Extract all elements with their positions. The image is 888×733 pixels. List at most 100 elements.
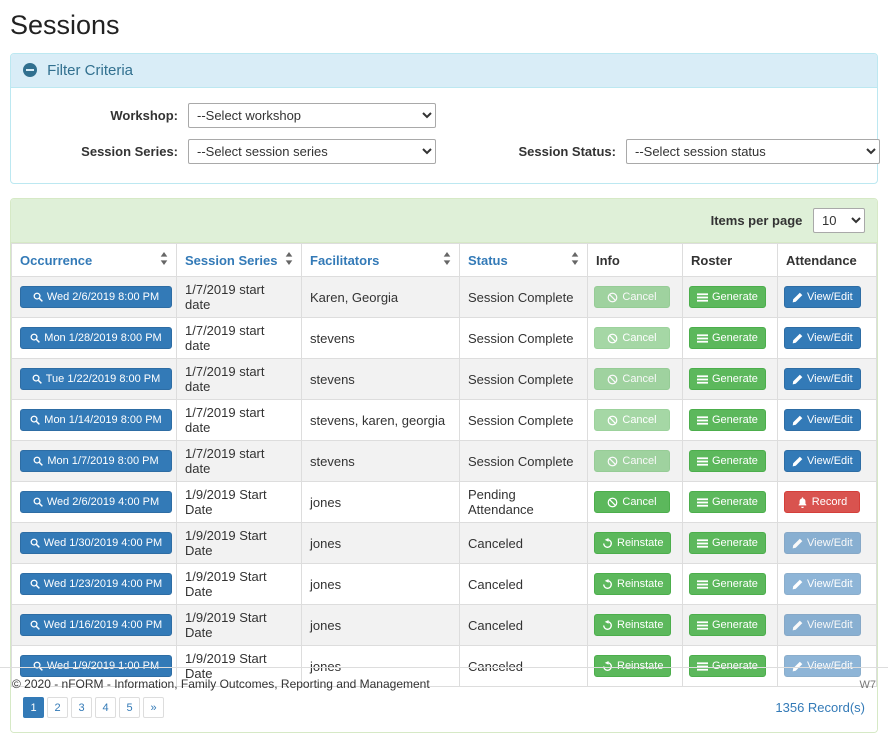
column-header-occurrence[interactable]: Occurrence bbox=[12, 244, 177, 277]
info-button[interactable]: Reinstate bbox=[594, 573, 671, 595]
roster-button-label: Generate bbox=[712, 537, 758, 549]
session-series-select[interactable]: --Select session series bbox=[188, 139, 436, 164]
info-button: Cancel bbox=[594, 327, 670, 349]
attendance-button-label: View/Edit bbox=[807, 332, 853, 344]
session-series-cell: 1/7/2019 start date bbox=[177, 318, 302, 359]
column-header-label: Session Series bbox=[185, 253, 278, 268]
roster-button[interactable]: Generate bbox=[689, 409, 766, 431]
session-row: Wed 1/16/2019 4:00 PM1/9/2019 Start Date… bbox=[12, 605, 877, 646]
workshop-field: Workshop: --Select workshop bbox=[23, 103, 436, 128]
list-icon bbox=[697, 292, 708, 303]
list-icon bbox=[697, 538, 708, 549]
session-status-label: Session Status: bbox=[468, 144, 616, 159]
info-button[interactable]: Reinstate bbox=[594, 532, 671, 554]
pagination-page-1[interactable]: 1 bbox=[23, 697, 44, 718]
info-button[interactable]: Cancel bbox=[594, 491, 670, 513]
occurrence-button[interactable]: Wed 1/23/2019 4:00 PM bbox=[20, 573, 172, 595]
roster-button[interactable]: Generate bbox=[689, 491, 766, 513]
column-header-facilitators[interactable]: Facilitators bbox=[302, 244, 460, 277]
pagination-next-button[interactable]: » bbox=[143, 697, 164, 718]
pagination-page-5[interactable]: 5 bbox=[119, 697, 140, 718]
pencil-icon bbox=[792, 620, 803, 631]
roster-button[interactable]: Generate bbox=[689, 573, 766, 595]
items-per-page-select[interactable]: 10 bbox=[813, 208, 865, 233]
attendance-button[interactable]: View/Edit bbox=[784, 450, 861, 472]
roster-button[interactable]: Generate bbox=[689, 368, 766, 390]
facilitators-cell: stevens bbox=[302, 441, 460, 482]
roster-button[interactable]: Generate bbox=[689, 532, 766, 554]
facilitators-cell: jones bbox=[302, 482, 460, 523]
session-series-field: Session Series: --Select session series bbox=[23, 139, 436, 164]
info-button[interactable]: Reinstate bbox=[594, 614, 671, 636]
column-header-status[interactable]: Status bbox=[460, 244, 588, 277]
info-button: Cancel bbox=[594, 368, 670, 390]
table-footer: 12345» 1356 Record(s) bbox=[11, 687, 877, 732]
column-header-session-series[interactable]: Session Series bbox=[177, 244, 302, 277]
roster-button-label: Generate bbox=[712, 578, 758, 590]
ban-icon bbox=[607, 456, 618, 467]
sessions-panel: Items per page 10 OccurrenceSession Seri… bbox=[10, 198, 878, 733]
page-title: Sessions bbox=[10, 10, 878, 41]
attendance-button: View/Edit bbox=[784, 573, 861, 595]
session-series-label: Session Series: bbox=[23, 144, 178, 159]
list-icon bbox=[697, 333, 708, 344]
sessions-table: Occurrence Session Series Facilitators Stat… bbox=[11, 243, 877, 687]
column-header-label: Status bbox=[468, 253, 508, 268]
pagination-page-4[interactable]: 4 bbox=[95, 697, 116, 718]
pencil-icon bbox=[792, 374, 803, 385]
facilitators-cell: jones bbox=[302, 605, 460, 646]
occurrence-button-label: Wed 2/6/2019 8:00 PM bbox=[47, 291, 159, 303]
minus-circle-icon[interactable] bbox=[23, 63, 37, 77]
attendance-button-label: View/Edit bbox=[807, 414, 853, 426]
status-cell: Session Complete bbox=[460, 318, 588, 359]
facilitators-cell: Karen, Georgia bbox=[302, 277, 460, 318]
occurrence-button-label: Mon 1/28/2019 8:00 PM bbox=[44, 332, 161, 344]
roster-button[interactable]: Generate bbox=[689, 327, 766, 349]
session-series-cell: 1/9/2019 Start Date bbox=[177, 482, 302, 523]
roster-button[interactable]: Generate bbox=[689, 614, 766, 636]
session-series-cell: 1/9/2019 Start Date bbox=[177, 605, 302, 646]
pencil-icon bbox=[792, 538, 803, 549]
workshop-select[interactable]: --Select workshop bbox=[188, 103, 436, 128]
pagination-page-3[interactable]: 3 bbox=[71, 697, 92, 718]
list-icon bbox=[697, 374, 708, 385]
attendance-button[interactable]: View/Edit bbox=[784, 286, 861, 308]
roster-button-label: Generate bbox=[712, 332, 758, 344]
info-button-label: Cancel bbox=[622, 414, 656, 426]
occurrence-button[interactable]: Wed 1/16/2019 4:00 PM bbox=[20, 614, 172, 636]
roster-button[interactable]: Generate bbox=[689, 286, 766, 308]
attendance-button-label: View/Edit bbox=[807, 455, 853, 467]
occurrence-button[interactable]: Mon 1/7/2019 8:00 PM bbox=[20, 450, 172, 472]
attendance-button[interactable]: Record bbox=[784, 491, 860, 513]
attendance-button[interactable]: View/Edit bbox=[784, 327, 861, 349]
attendance-button-label: View/Edit bbox=[807, 619, 853, 631]
occurrence-button[interactable]: Wed 2/6/2019 8:00 PM bbox=[20, 286, 172, 308]
attendance-button[interactable]: View/Edit bbox=[784, 368, 861, 390]
occurrence-button[interactable]: Wed 1/30/2019 4:00 PM bbox=[20, 532, 172, 554]
search-icon bbox=[30, 579, 40, 589]
sort-icon bbox=[160, 252, 168, 268]
attendance-button-label: View/Edit bbox=[807, 578, 853, 590]
roster-button[interactable]: Generate bbox=[689, 450, 766, 472]
occurrence-button-label: Wed 2/6/2019 4:00 PM bbox=[47, 496, 159, 508]
occurrence-button[interactable]: Tue 1/22/2019 8:00 PM bbox=[20, 368, 172, 390]
attendance-button[interactable]: View/Edit bbox=[784, 409, 861, 431]
filter-panel-heading[interactable]: Filter Criteria bbox=[11, 54, 877, 88]
pagination-page-2[interactable]: 2 bbox=[47, 697, 68, 718]
column-header-label: Roster bbox=[691, 253, 732, 268]
attendance-button-label: Record bbox=[812, 496, 847, 508]
sessions-table-body: Wed 2/6/2019 8:00 PM 1/7/2019 start dateK… bbox=[12, 277, 877, 687]
session-row: Wed 1/23/2019 4:00 PM1/9/2019 Start Date… bbox=[12, 564, 877, 605]
session-status-select[interactable]: --Select session status bbox=[626, 139, 880, 164]
session-row: Wed 2/6/2019 4:00 PM 1/9/2019 Start Datej… bbox=[12, 482, 877, 523]
occurrence-button[interactable]: Mon 1/14/2019 8:00 PM bbox=[20, 409, 172, 431]
ban-icon bbox=[607, 333, 618, 344]
occurrence-button[interactable]: Wed 2/6/2019 4:00 PM bbox=[20, 491, 172, 513]
occurrence-button-label: Wed 1/23/2019 4:00 PM bbox=[44, 578, 162, 590]
session-series-cell: 1/7/2019 start date bbox=[177, 359, 302, 400]
session-row: Wed 2/6/2019 8:00 PM1/7/2019 start dateK… bbox=[12, 277, 877, 318]
info-button-label: Reinstate bbox=[617, 619, 663, 631]
occurrence-button[interactable]: Mon 1/28/2019 8:00 PM bbox=[20, 327, 172, 349]
attendance-button: View/Edit bbox=[784, 532, 861, 554]
info-button-label: Reinstate bbox=[617, 537, 663, 549]
